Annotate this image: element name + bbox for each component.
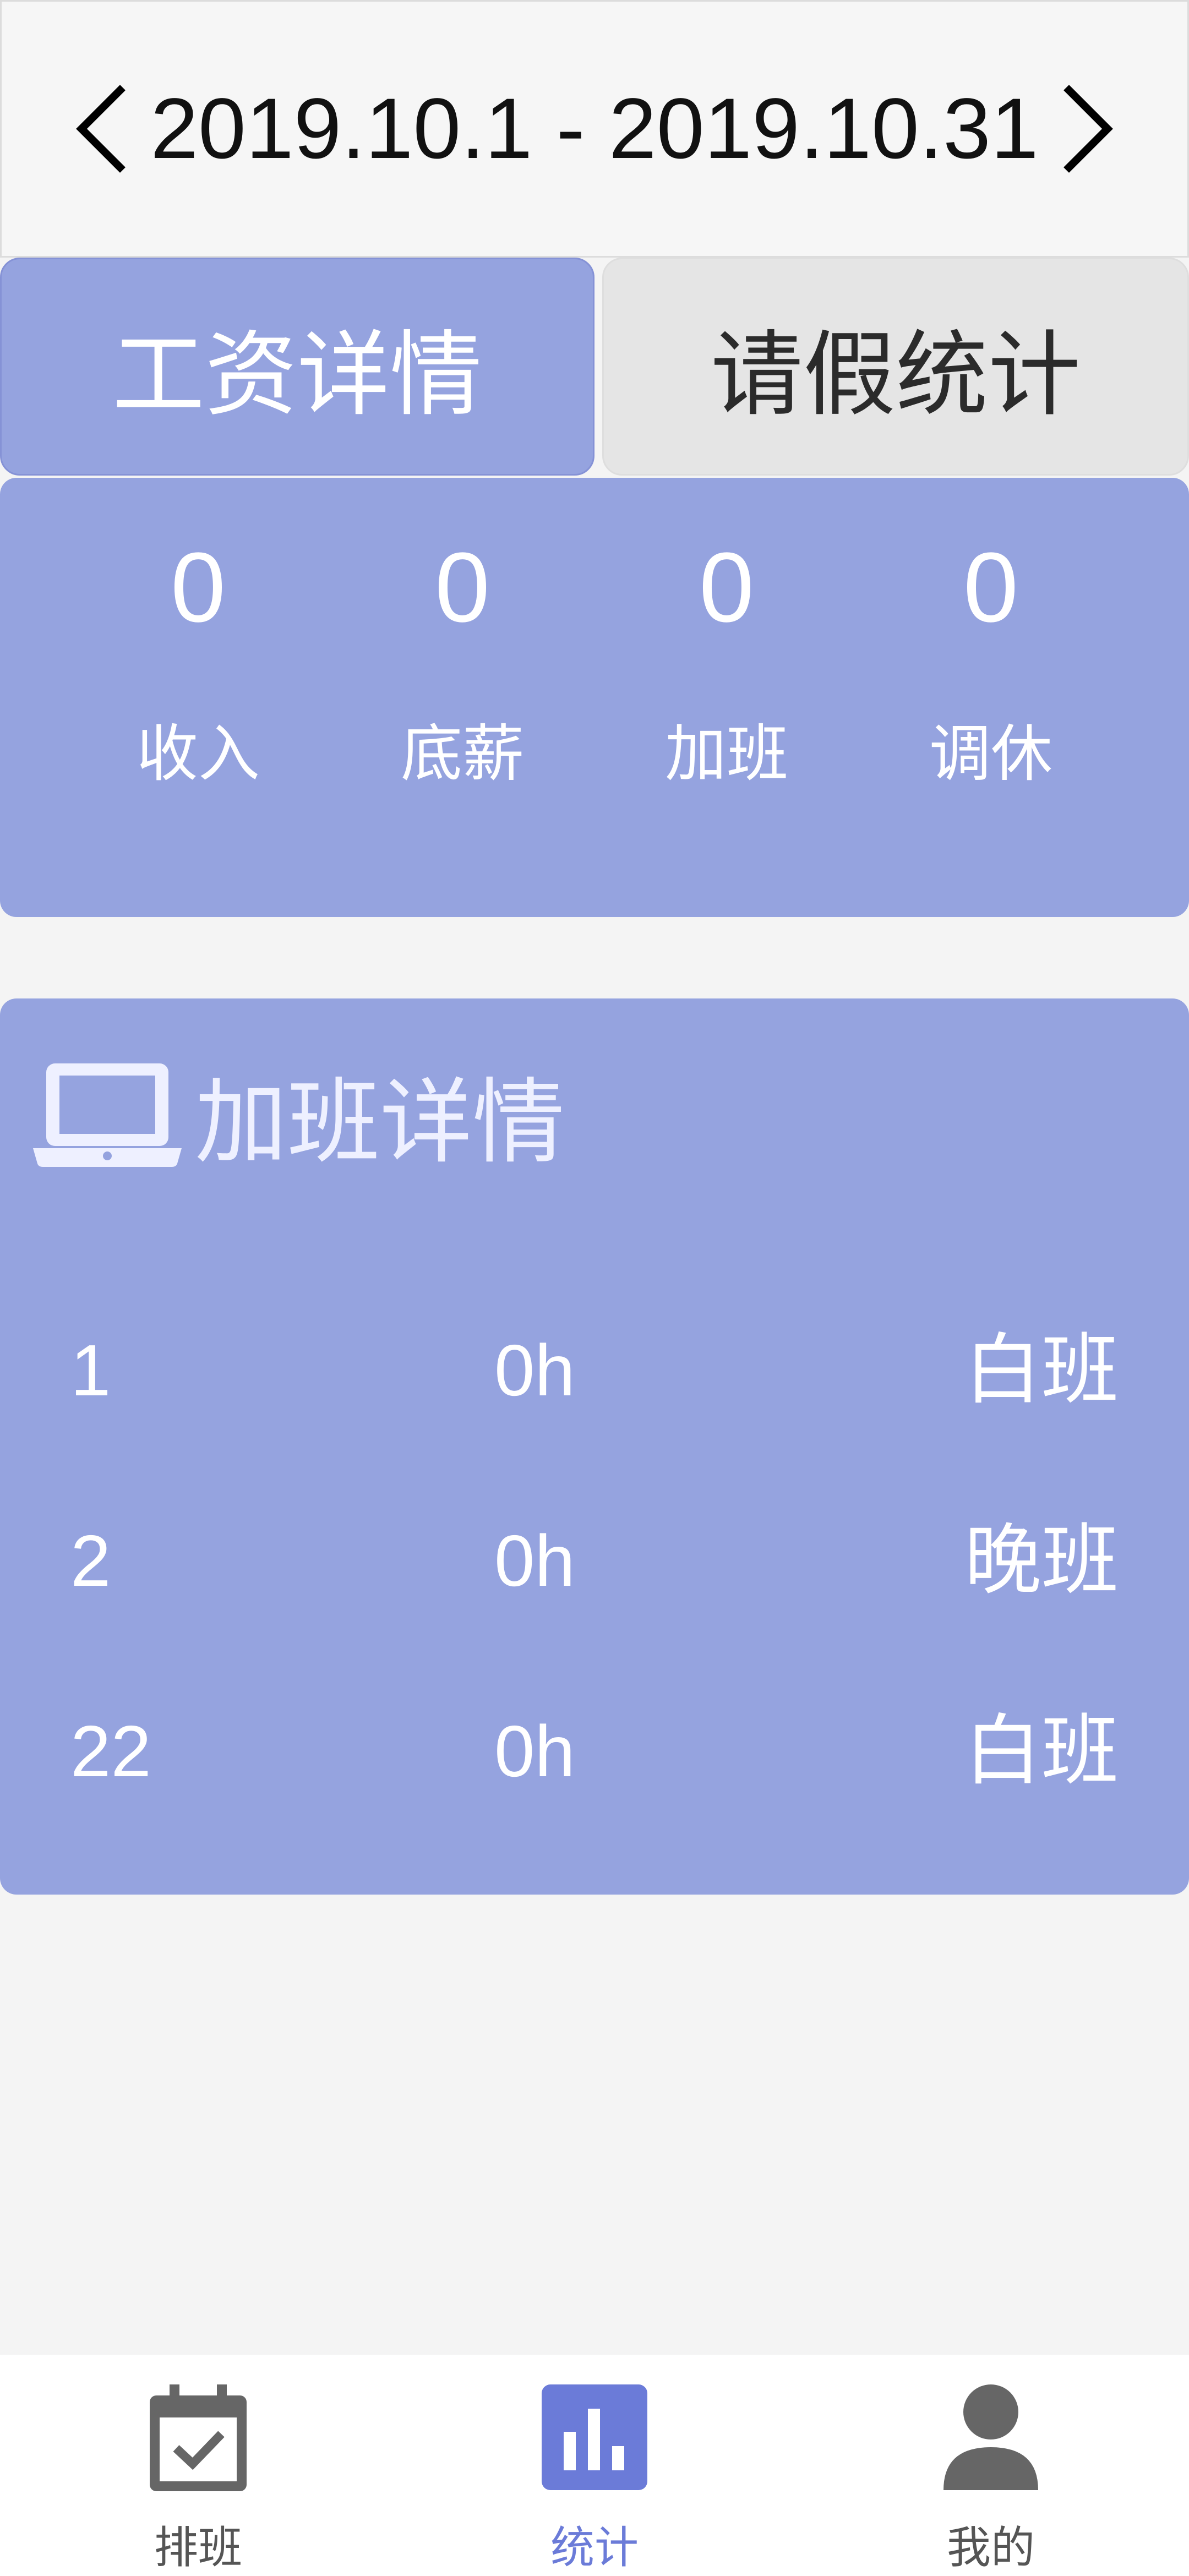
bottom-tab-bar: 排班 统计 我的 xyxy=(0,2355,1189,2576)
salary-summary-card: 0 收入 0 底薪 0 加班 0 调休 xyxy=(0,478,1189,917)
stat-base-salary-value: 0 xyxy=(434,532,490,643)
overtime-row[interactable]: 22 0h 白班 xyxy=(0,1696,1189,1807)
overtime-shift: 晚班 xyxy=(964,1516,1119,1606)
stat-time-off-value: 0 xyxy=(963,532,1019,643)
chevron-left-icon xyxy=(76,85,126,173)
overtime-shift: 白班 xyxy=(964,1706,1119,1796)
date-range-text: 2019.10.1 - 2019.10.31 xyxy=(150,80,1039,177)
tabbar-item-mine[interactable]: 我的 xyxy=(793,2355,1189,2576)
previous-month-button[interactable] xyxy=(68,79,134,178)
overtime-day: 22 xyxy=(70,1711,151,1792)
calendar-check-icon xyxy=(149,2382,248,2495)
overtime-details-title: 加班详情 xyxy=(195,1068,565,1176)
overtime-hours: 0h xyxy=(494,1711,575,1792)
tabbar-label-statistics: 统计 xyxy=(550,2522,639,2573)
stats-tabs: 工资详情 请假统计 xyxy=(0,258,1189,478)
tabbar-label-schedule: 排班 xyxy=(154,2522,242,2573)
user-icon xyxy=(941,2382,1040,2495)
overtime-row[interactable]: 1 0h 白班 xyxy=(0,1316,1189,1426)
overtime-hours: 0h xyxy=(494,1520,575,1601)
stat-income-value: 0 xyxy=(170,532,226,643)
laptop-icon xyxy=(33,1059,182,1169)
bar-chart-icon xyxy=(539,2382,650,2495)
stat-income-label: 收入 xyxy=(137,718,260,790)
stat-time-off-label: 调休 xyxy=(929,718,1052,790)
stat-overtime-label: 加班 xyxy=(665,718,788,790)
overtime-shift: 白班 xyxy=(964,1325,1119,1415)
tab-salary-details[interactable]: 工资详情 xyxy=(0,258,594,476)
tab-leave-statistics[interactable]: 请假统计 xyxy=(602,258,1189,476)
stat-base-salary-label: 底薪 xyxy=(401,718,524,790)
overtime-hours: 0h xyxy=(494,1330,575,1411)
date-range-header: 2019.10.1 - 2019.10.31 xyxy=(0,0,1189,258)
overtime-row[interactable]: 2 0h 晚班 xyxy=(0,1506,1189,1616)
stat-overtime-value: 0 xyxy=(699,532,755,643)
overtime-day: 2 xyxy=(70,1520,111,1601)
overtime-details-card: 加班详情 1 0h 白班 2 0h 晚班 22 0h 白班 xyxy=(0,998,1189,1895)
next-month-button[interactable] xyxy=(1055,79,1121,178)
tabbar-label-mine: 我的 xyxy=(947,2522,1035,2573)
tabbar-item-statistics[interactable]: 统计 xyxy=(396,2355,793,2576)
tabbar-item-schedule[interactable]: 排班 xyxy=(0,2355,396,2576)
chevron-right-icon xyxy=(1063,85,1113,173)
overtime-details-header: 加班详情 xyxy=(33,1048,565,1180)
statistics-page: 2019.10.1 - 2019.10.31 工资详情 请假统计 0 收入 0 … xyxy=(0,0,1189,2576)
overtime-day: 1 xyxy=(70,1330,111,1411)
